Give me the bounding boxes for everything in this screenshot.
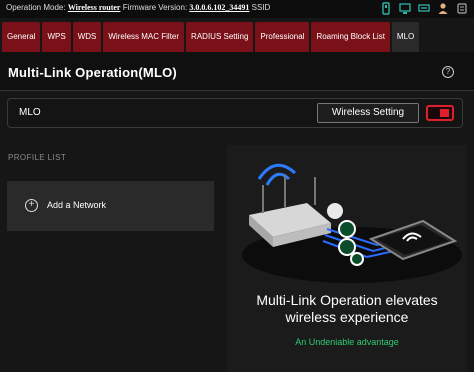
wireless-setting-button[interactable]: Wireless Setting (317, 103, 419, 123)
firmware-label: Firmware Version: (122, 3, 188, 12)
settings-icon[interactable] (456, 2, 468, 15)
tab-wps[interactable]: WPS (42, 22, 71, 52)
tab-professional[interactable]: Professional (255, 22, 310, 52)
internet-status-icon[interactable] (418, 2, 430, 15)
toggle-knob (440, 109, 449, 117)
page-title: Multi-Link Operation(MLO) (8, 65, 177, 80)
add-circle-icon: + (25, 199, 38, 212)
ssid-label: SSID (251, 3, 271, 12)
usb-icon[interactable] (380, 2, 392, 15)
page-header: Multi-Link Operation(MLO) ? (0, 52, 474, 90)
user-icon[interactable] (437, 2, 449, 15)
status-icons (380, 2, 468, 15)
tab-general[interactable]: General (2, 22, 41, 52)
tab-radius-setting[interactable]: RADIUS Setting (186, 22, 254, 52)
mlo-illustration (242, 163, 462, 283)
tab-roaming-block-list[interactable]: Roaming Block List (311, 22, 390, 52)
header-divider (0, 90, 474, 91)
promo-subtitle: An Undeniable advantage (295, 337, 399, 347)
mlo-setting-row: MLO Wireless Setting (7, 98, 463, 128)
promo-title-line1: Multi-Link Operation elevates (256, 292, 438, 308)
promo-title-line2: wireless experience (285, 309, 409, 325)
operation-mode-link[interactable]: Wireless router (68, 3, 121, 12)
firmware-version-link[interactable]: 3.0.0.6.102_34491 (189, 3, 249, 12)
network-client-icon[interactable] (399, 2, 411, 15)
tab-bar: General WPS WDS Wireless MAC Filter RADI… (2, 22, 420, 52)
profile-list-heading: PROFILE LIST (8, 153, 67, 162)
promo-title: Multi-Link Operation elevates wireless e… (227, 292, 467, 326)
tab-mlo[interactable]: MLO (391, 22, 420, 52)
tab-wireless-mac-filter[interactable]: Wireless MAC Filter (103, 22, 185, 52)
add-network-label: Add a Network (47, 200, 107, 210)
tab-wds[interactable]: WDS (72, 22, 102, 52)
add-network-card[interactable]: + Add a Network (7, 181, 214, 231)
help-icon[interactable]: ? (442, 66, 454, 78)
status-text: Operation Mode: Wireless router Firmware… (6, 3, 270, 12)
status-bar: Operation Mode: Wireless router Firmware… (0, 0, 474, 18)
promo-panel: Multi-Link Operation elevates wireless e… (227, 145, 467, 372)
mlo-label: MLO (19, 107, 41, 118)
mlo-toggle[interactable] (426, 105, 454, 121)
operation-mode-label: Operation Mode: (6, 3, 66, 12)
